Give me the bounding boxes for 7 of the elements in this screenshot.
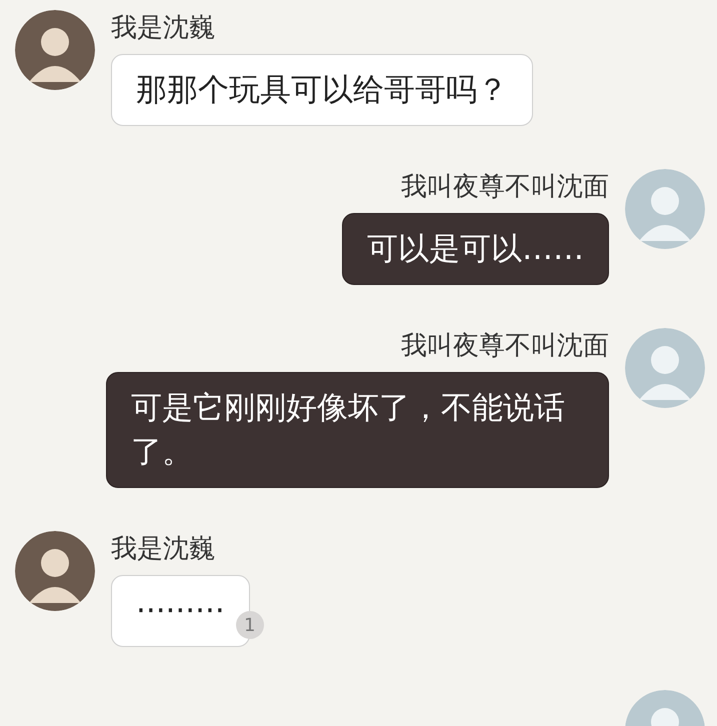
sender-name: 我叫夜尊不叫沈面 xyxy=(401,330,609,363)
message-bubble: 可以是可以…… xyxy=(342,213,609,285)
message-bubble: 那那个玩具可以给哥哥吗？ xyxy=(111,54,533,126)
sender-name: 我是沈巍 xyxy=(111,12,215,45)
sender-name: 我是沈巍 xyxy=(111,533,215,566)
message-bubble: 可是它刚刚好像坏了，不能说话了。 xyxy=(106,372,609,488)
sender-name: 我叫夜尊不叫沈面 xyxy=(401,171,609,204)
